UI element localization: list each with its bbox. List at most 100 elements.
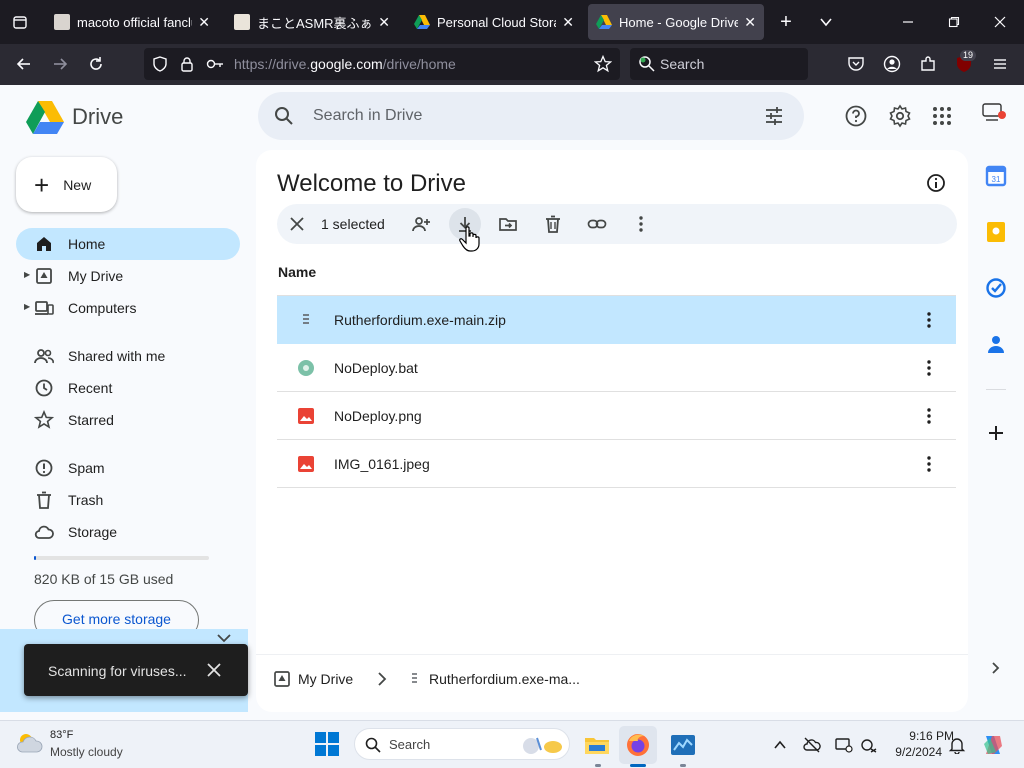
- settings-gear-icon[interactable]: [888, 104, 912, 128]
- account-icon[interactable]: [880, 52, 904, 76]
- svg-text:31: 31: [992, 175, 1001, 184]
- home-icon: [34, 234, 54, 254]
- browser-tab-active[interactable]: Home - Google Drive ✕: [588, 4, 764, 40]
- file-row[interactable]: NoDeploy.bat: [277, 344, 956, 392]
- clear-selection-icon[interactable]: [287, 214, 307, 234]
- nav-item-starred[interactable]: Starred: [16, 404, 240, 436]
- copy-link-icon[interactable]: [587, 214, 607, 234]
- display-icon[interactable]: [835, 736, 853, 754]
- nav-item-home[interactable]: Home: [16, 228, 240, 260]
- nav-item-label: My Drive: [68, 268, 124, 284]
- windows-start-icon[interactable]: [314, 731, 340, 757]
- browser-tab[interactable]: macoto official fanclub ✕: [46, 4, 218, 40]
- app-name[interactable]: Drive: [72, 104, 123, 130]
- forward-icon[interactable]: [48, 52, 72, 76]
- trash-icon[interactable]: [543, 214, 563, 234]
- share-add-person-icon[interactable]: [411, 214, 431, 234]
- minimize-icon[interactable]: [896, 10, 920, 34]
- search-icon[interactable]: [274, 106, 294, 126]
- file-row-selected[interactable]: Rutherfordium.exe-main.zip: [277, 296, 956, 344]
- chevron-down-icon[interactable]: [814, 10, 838, 34]
- key-icon[interactable]: [206, 56, 224, 72]
- restore-icon[interactable]: [942, 10, 966, 34]
- file-name: NoDeploy.bat: [334, 360, 418, 376]
- nav-item-computers[interactable]: ▶ Computers: [16, 292, 240, 324]
- bookmark-star-icon[interactable]: [594, 55, 612, 73]
- reload-icon[interactable]: [84, 52, 108, 76]
- pocket-icon[interactable]: [844, 52, 868, 76]
- extensions-icon[interactable]: [916, 52, 940, 76]
- account-avatar[interactable]: [982, 102, 1006, 126]
- nav-item-shared-with-me[interactable]: Shared with me: [16, 340, 240, 372]
- search-highlight-icon: [517, 732, 565, 758]
- clock-time[interactable]: 9:16 PM: [894, 729, 954, 743]
- nav-item-storage[interactable]: Storage: [16, 516, 240, 548]
- menu-icon[interactable]: [988, 52, 1012, 76]
- close-tab-icon[interactable]: ✕: [198, 14, 210, 31]
- close-tab-icon[interactable]: ✕: [562, 14, 574, 31]
- lock-icon[interactable]: [180, 56, 194, 72]
- tab-list-icon[interactable]: [8, 10, 32, 34]
- nav-item-recent[interactable]: Recent: [16, 372, 240, 404]
- back-icon[interactable]: [12, 52, 36, 76]
- column-header-name[interactable]: Name: [278, 264, 316, 280]
- clock-date[interactable]: 9/2/2024: [894, 745, 942, 759]
- close-icon[interactable]: [204, 660, 224, 680]
- more-options-icon[interactable]: [919, 358, 939, 378]
- contacts-icon[interactable]: [984, 332, 1008, 356]
- nav-item-my-drive[interactable]: ▶ My Drive: [16, 260, 240, 292]
- more-options-icon[interactable]: [919, 406, 939, 426]
- tasks-icon[interactable]: [984, 276, 1008, 300]
- calendar-icon[interactable]: 31: [984, 164, 1008, 188]
- weather-temperature[interactable]: 83°F: [50, 729, 73, 741]
- taskbar-search[interactable]: Search: [354, 728, 570, 760]
- browser-tab[interactable]: まことASMR裏ふぁんく ✕: [226, 4, 398, 40]
- browser-tab[interactable]: Personal Cloud Storage ✕: [406, 4, 582, 40]
- file-row[interactable]: NoDeploy.png: [277, 392, 956, 440]
- more-actions-icon[interactable]: [631, 214, 651, 234]
- onedrive-off-icon[interactable]: [803, 736, 821, 754]
- weather-cloud-icon[interactable]: [14, 730, 44, 756]
- nav-item-spam[interactable]: Spam: [16, 452, 240, 484]
- new-tab-icon[interactable]: +: [774, 10, 798, 34]
- move-to-folder-icon[interactable]: [498, 214, 518, 234]
- help-icon[interactable]: [844, 104, 868, 128]
- address-bar[interactable]: https://drive.google.com/drive/home: [144, 48, 620, 80]
- apps-grid-icon[interactable]: [930, 104, 954, 128]
- file-row[interactable]: IMG_0161.jpeg: [277, 440, 956, 488]
- add-addon-icon[interactable]: [984, 421, 1008, 445]
- star-icon: [34, 410, 54, 430]
- copilot-icon[interactable]: [980, 732, 1006, 758]
- weather-description[interactable]: Mostly cloudy: [50, 745, 123, 759]
- browser-search-box[interactable]: Search: [630, 48, 808, 80]
- info-icon[interactable]: [926, 173, 946, 193]
- more-options-icon[interactable]: [919, 310, 939, 330]
- nav-item-label: Spam: [68, 460, 105, 476]
- search-options-icon[interactable]: [764, 106, 784, 126]
- drive-logo-icon[interactable]: [26, 100, 64, 134]
- file-explorer-icon[interactable]: [584, 732, 610, 758]
- storage-usage-fill: [34, 556, 36, 560]
- shield-icon[interactable]: [152, 56, 168, 72]
- network-icon[interactable]: [860, 736, 878, 754]
- new-button[interactable]: + New: [16, 157, 117, 212]
- chevron-right-icon[interactable]: [984, 656, 1008, 680]
- expand-caret-icon[interactable]: ▶: [24, 270, 30, 279]
- app-chart-icon[interactable]: [670, 732, 696, 758]
- extension-badge: 19: [960, 50, 977, 61]
- firefox-icon[interactable]: [625, 732, 651, 758]
- chevron-down-icon[interactable]: [216, 632, 232, 644]
- chevron-up-icon[interactable]: [771, 736, 789, 754]
- keep-icon[interactable]: [984, 220, 1008, 244]
- notification-bell-icon[interactable]: [948, 736, 966, 754]
- more-options-icon[interactable]: [919, 454, 939, 474]
- close-tab-icon[interactable]: ✕: [744, 14, 756, 31]
- nav-item-trash[interactable]: Trash: [16, 484, 240, 516]
- breadcrumb-my-drive[interactable]: My Drive: [298, 671, 353, 687]
- favicon-icon: [234, 14, 250, 30]
- breadcrumb-current-file[interactable]: Rutherfordium.exe-ma...: [429, 671, 580, 687]
- close-tab-icon[interactable]: ✕: [378, 14, 390, 31]
- expand-caret-icon[interactable]: ▶: [24, 302, 30, 311]
- drive-search-bar[interactable]: Search in Drive: [258, 92, 804, 140]
- close-window-icon[interactable]: [988, 10, 1012, 34]
